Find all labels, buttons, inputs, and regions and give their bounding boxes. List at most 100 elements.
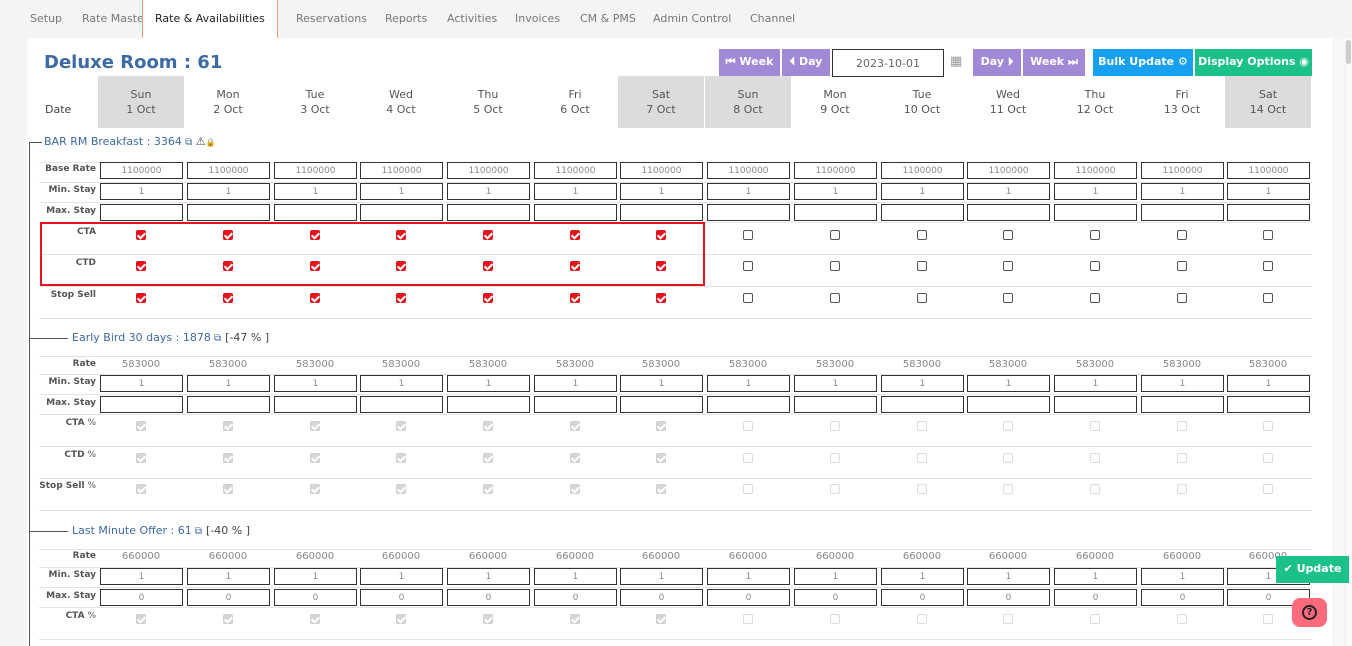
cta-checkbox[interactable] bbox=[917, 230, 927, 240]
rate-input[interactable] bbox=[794, 183, 877, 200]
ctd-checkbox[interactable] bbox=[1177, 261, 1187, 271]
rate-input[interactable] bbox=[360, 375, 443, 392]
rate-input[interactable] bbox=[100, 162, 183, 179]
cta-checkbox[interactable] bbox=[1090, 230, 1100, 240]
rate-input[interactable] bbox=[707, 589, 790, 606]
rate-input[interactable] bbox=[1054, 568, 1137, 585]
rate-input[interactable] bbox=[360, 204, 443, 221]
calendar-icon[interactable]: ▦ bbox=[950, 54, 962, 69]
rate-input[interactable] bbox=[187, 375, 270, 392]
rate-input[interactable] bbox=[447, 183, 530, 200]
rate-input[interactable] bbox=[794, 568, 877, 585]
rate-input[interactable] bbox=[100, 568, 183, 585]
rate-plan-link[interactable]: Early Bird 30 days : 1878 ⧉ [-47 % ] bbox=[72, 331, 269, 344]
ctd-checkbox[interactable] bbox=[830, 261, 840, 271]
next-week-button[interactable]: Week ⏭ bbox=[1023, 49, 1085, 76]
nav-item-reservations[interactable]: Reservations bbox=[296, 0, 367, 38]
stop-sell-checkbox[interactable] bbox=[310, 293, 320, 303]
rate-input[interactable] bbox=[1054, 204, 1137, 221]
stop-sell-checkbox[interactable] bbox=[1263, 293, 1273, 303]
rate-input[interactable] bbox=[794, 375, 877, 392]
rate-input[interactable] bbox=[707, 396, 790, 413]
external-link-icon[interactable]: ⧉ bbox=[182, 137, 192, 148]
cta-checkbox[interactable] bbox=[1177, 230, 1187, 240]
rate-input[interactable] bbox=[534, 375, 617, 392]
rate-input[interactable] bbox=[1141, 568, 1224, 585]
rate-input[interactable] bbox=[1054, 183, 1137, 200]
rate-input[interactable] bbox=[187, 589, 270, 606]
rate-input[interactable] bbox=[1054, 375, 1137, 392]
rate-input[interactable] bbox=[1141, 183, 1224, 200]
rate-input[interactable] bbox=[620, 162, 703, 179]
rate-input[interactable] bbox=[360, 568, 443, 585]
rate-plan-link[interactable]: BAR RM Breakfast : 3364 ⧉ ⚠🔒 bbox=[44, 135, 220, 148]
rate-input[interactable] bbox=[100, 375, 183, 392]
cta-checkbox[interactable] bbox=[1263, 230, 1273, 240]
rate-input[interactable] bbox=[967, 204, 1050, 221]
ctd-checkbox[interactable] bbox=[917, 261, 927, 271]
scrollbar-thumb[interactable] bbox=[1346, 40, 1351, 64]
ctd-checkbox[interactable] bbox=[743, 261, 753, 271]
nav-item-cm-pms[interactable]: CM & PMS bbox=[580, 0, 636, 38]
rate-input[interactable] bbox=[447, 162, 530, 179]
rate-input[interactable] bbox=[881, 162, 964, 179]
prev-week-button[interactable]: ⏮ Week bbox=[719, 49, 780, 76]
rate-input[interactable] bbox=[707, 568, 790, 585]
stop-sell-checkbox[interactable] bbox=[1003, 293, 1013, 303]
rate-input[interactable] bbox=[274, 204, 357, 221]
rate-input[interactable] bbox=[1227, 396, 1310, 413]
rate-input[interactable] bbox=[707, 183, 790, 200]
stop-sell-checkbox[interactable] bbox=[830, 293, 840, 303]
rate-input[interactable] bbox=[274, 162, 357, 179]
stop-sell-checkbox[interactable] bbox=[396, 293, 406, 303]
rate-input[interactable] bbox=[620, 204, 703, 221]
stop-sell-checkbox[interactable] bbox=[656, 293, 666, 303]
rate-input[interactable] bbox=[274, 375, 357, 392]
rate-input[interactable] bbox=[447, 589, 530, 606]
update-button[interactable]: ✔ Update bbox=[1276, 556, 1349, 583]
rate-input[interactable] bbox=[1054, 162, 1137, 179]
help-button[interactable]: ? bbox=[1292, 598, 1327, 627]
external-link-icon[interactable]: ⧉ bbox=[211, 333, 221, 344]
rate-input[interactable] bbox=[1141, 589, 1224, 606]
rate-input[interactable] bbox=[187, 204, 270, 221]
rate-input[interactable] bbox=[1141, 396, 1224, 413]
rate-input[interactable] bbox=[967, 183, 1050, 200]
rate-input[interactable] bbox=[881, 375, 964, 392]
next-day-button[interactable]: Day ⏵ bbox=[973, 49, 1021, 76]
rate-input[interactable] bbox=[881, 396, 964, 413]
rate-input[interactable] bbox=[187, 568, 270, 585]
rate-input[interactable] bbox=[360, 589, 443, 606]
scrollbar[interactable] bbox=[1345, 38, 1352, 646]
stop-sell-checkbox[interactable] bbox=[743, 293, 753, 303]
rate-input[interactable] bbox=[620, 375, 703, 392]
rate-input[interactable] bbox=[274, 396, 357, 413]
stop-sell-checkbox[interactable] bbox=[136, 293, 146, 303]
stop-sell-checkbox[interactable] bbox=[483, 293, 493, 303]
nav-item-admin-control[interactable]: Admin Control bbox=[653, 0, 731, 38]
rate-input[interactable] bbox=[620, 396, 703, 413]
rate-input[interactable] bbox=[1054, 589, 1137, 606]
rate-input[interactable] bbox=[881, 568, 964, 585]
rate-input[interactable] bbox=[1227, 183, 1310, 200]
display-options-button[interactable]: Display Options ◉ bbox=[1195, 49, 1312, 76]
rate-input[interactable] bbox=[534, 589, 617, 606]
ctd-checkbox[interactable] bbox=[1263, 261, 1273, 271]
rate-input[interactable] bbox=[967, 589, 1050, 606]
nav-item-rate-availabilities[interactable]: Rate & Availabilities bbox=[142, 0, 278, 38]
rate-input[interactable] bbox=[794, 204, 877, 221]
rate-input[interactable] bbox=[620, 568, 703, 585]
prev-day-button[interactable]: ⏴ Day bbox=[782, 49, 830, 76]
cta-checkbox[interactable] bbox=[743, 230, 753, 240]
rate-input[interactable] bbox=[447, 375, 530, 392]
bulk-update-button[interactable]: Bulk Update ⚙ bbox=[1093, 49, 1193, 76]
rate-input[interactable] bbox=[447, 204, 530, 221]
rate-input[interactable] bbox=[881, 204, 964, 221]
rate-input[interactable] bbox=[620, 183, 703, 200]
rate-input[interactable] bbox=[360, 162, 443, 179]
ctd-checkbox[interactable] bbox=[1090, 261, 1100, 271]
rate-input[interactable] bbox=[1141, 204, 1224, 221]
nav-item-activities[interactable]: Activities bbox=[447, 0, 497, 38]
nav-item-setup[interactable]: Setup bbox=[30, 0, 62, 38]
stop-sell-checkbox[interactable] bbox=[917, 293, 927, 303]
